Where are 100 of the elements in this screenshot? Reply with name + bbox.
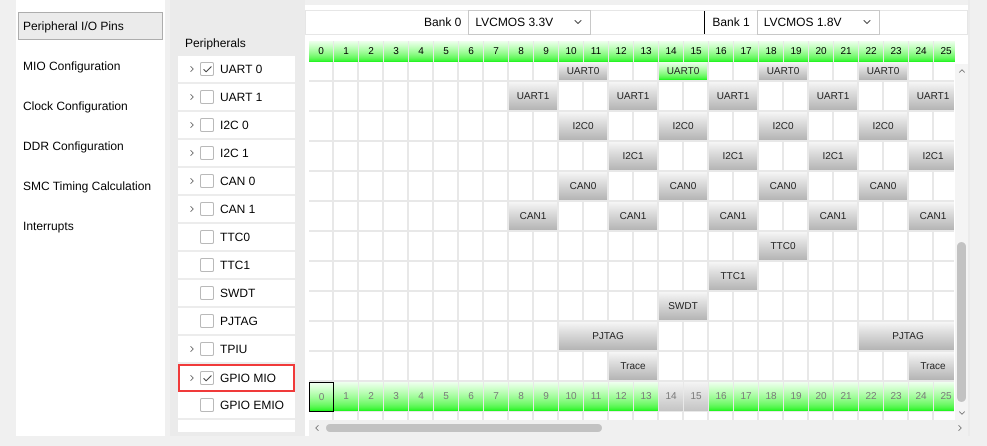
peripheral-block[interactable]: TTC1	[709, 262, 759, 292]
checkbox[interactable]	[200, 146, 214, 160]
grid-cell	[834, 322, 859, 352]
pin-number: 4	[409, 41, 434, 62]
checkbox[interactable]	[200, 118, 214, 132]
peripheral-block[interactable]: CAN0	[759, 172, 809, 202]
peripheral-block[interactable]: UART1	[809, 82, 859, 112]
peripheral-block[interactable]: CAN1	[809, 202, 859, 232]
horizontal-scrollbar[interactable]	[309, 420, 968, 436]
peripheral-block[interactable]: CAN0	[659, 172, 709, 202]
peripheral-block[interactable]: Trace	[909, 352, 954, 382]
checkbox[interactable]	[200, 342, 214, 356]
pin-cell[interactable]: 16	[709, 382, 734, 412]
peripheral-block[interactable]: UART1	[609, 82, 659, 112]
peripheral-block[interactable]: I2C1	[809, 142, 859, 172]
peripheral-block[interactable]: I2C1	[909, 142, 954, 172]
voltage-dropdown[interactable]: LVCMOS 3.3V	[468, 10, 592, 35]
checkbox[interactable]	[200, 62, 214, 76]
pin-number: 10	[559, 41, 584, 62]
peripheral-row[interactable]: GPIO EMIO	[178, 392, 295, 420]
scroll-thumb[interactable]	[957, 242, 966, 402]
grid-cell	[334, 62, 359, 82]
peripheral-block[interactable]: PJTAG	[859, 322, 954, 352]
checkbox[interactable]	[200, 398, 214, 412]
vertical-scrollbar[interactable]	[955, 64, 968, 420]
peripheral-label: CAN 1	[220, 201, 256, 218]
peripheral-block[interactable]: TTC0	[759, 232, 809, 262]
pin-number: 3	[384, 41, 409, 62]
grid-cell	[534, 112, 559, 142]
peripheral-row[interactable]: I2C 1	[178, 140, 295, 168]
grid-cell	[809, 62, 834, 82]
peripheral-block[interactable]: UART1	[909, 82, 954, 112]
checkbox[interactable]	[200, 202, 214, 216]
peripheral-block[interactable]: I2C0	[859, 112, 909, 142]
grid-cell	[534, 172, 559, 202]
grid-cell	[734, 62, 759, 82]
peripheral-row[interactable]: CAN 0	[178, 168, 295, 196]
peripheral-block[interactable]: Trace	[609, 352, 659, 382]
peripheral-block[interactable]: UART1	[709, 82, 759, 112]
peripheral-block[interactable]: I2C0	[759, 112, 809, 142]
pin-cell[interactable]: 19	[784, 382, 809, 412]
list-header: Peripherals	[178, 30, 295, 56]
peripheral-row[interactable]: TTC0	[178, 224, 295, 252]
pin-cell[interactable]: 18	[759, 382, 784, 412]
pin-cell[interactable]: 6	[459, 382, 484, 412]
checkbox[interactable]	[200, 230, 214, 244]
nav-item[interactable]: Peripheral I/O Pins	[18, 12, 163, 40]
pin-cell[interactable]: 7	[484, 382, 509, 412]
peripheral-block[interactable]: CAN1	[909, 202, 954, 232]
grid-cell	[784, 142, 809, 172]
peripheral-block[interactable]: UART0	[759, 62, 809, 82]
grid-cell	[484, 82, 509, 112]
checkbox[interactable]	[200, 90, 214, 104]
pin-cell[interactable]: 13	[634, 382, 659, 412]
grid-cell	[634, 172, 659, 202]
voltage-dropdown[interactable]: LVCMOS 1.8V	[756, 10, 880, 35]
peripheral-block[interactable]: SWDT	[659, 292, 709, 322]
pin-number: 19	[784, 41, 809, 62]
grid-cell	[459, 62, 484, 82]
pin-cell[interactable]: 9	[534, 382, 559, 412]
checkbox[interactable]	[200, 174, 214, 188]
checkbox[interactable]	[200, 371, 214, 385]
peripheral-block[interactable]: I2C0	[559, 112, 609, 142]
checkbox[interactable]	[200, 258, 214, 272]
peripheral-block[interactable]: CAN0	[559, 172, 609, 202]
peripheral-row[interactable]: CAN 1	[178, 196, 295, 224]
peripheral-row[interactable]: I2C 0	[178, 112, 295, 140]
pin-number: 7	[484, 41, 509, 62]
peripheral-row[interactable]: SWDT	[178, 280, 295, 308]
pin-cell[interactable]: 17	[734, 382, 759, 412]
peripheral-row[interactable]: GPIO MIO	[178, 364, 295, 392]
peripheral-row[interactable]: TPIU	[178, 336, 295, 364]
grid-cell	[784, 202, 809, 232]
grid-cell	[534, 352, 559, 382]
peripheral-block[interactable]: UART0	[559, 62, 609, 82]
peripheral-label: UART 0	[220, 61, 262, 78]
peripheral-block[interactable]: CAN1	[509, 202, 559, 232]
peripheral-block[interactable]: CAN0	[859, 172, 909, 202]
peripheral-block[interactable]: I2C0	[659, 112, 709, 142]
grid-cell	[334, 352, 359, 382]
peripheral-row[interactable]: TTC1	[178, 252, 295, 280]
pin-number: 20	[809, 41, 834, 62]
peripheral-block[interactable]: I2C1	[609, 142, 659, 172]
grid-cell	[684, 202, 709, 232]
grid-cell	[309, 352, 334, 382]
peripheral-block[interactable]: I2C1	[709, 142, 759, 172]
checkbox[interactable]	[200, 314, 214, 328]
scroll-thumb[interactable]	[326, 424, 602, 432]
peripheral-block[interactable]: CAN1	[609, 202, 659, 232]
peripheral-row[interactable]: PJTAG	[178, 308, 295, 336]
checkbox[interactable]	[200, 286, 214, 300]
peripheral-block[interactable]: CAN1	[709, 202, 759, 232]
peripheral-block[interactable]: PJTAG	[559, 322, 659, 352]
pin-cell[interactable]: 10	[559, 382, 584, 412]
grid-cell	[509, 62, 534, 82]
peripheral-row[interactable]: UART 1	[178, 84, 295, 112]
peripheral-block[interactable]: UART1	[509, 82, 559, 112]
peripheral-row[interactable]: UART 0	[178, 56, 295, 84]
peripheral-block[interactable]: UART0	[859, 62, 909, 82]
peripheral-block[interactable]: UART0	[659, 62, 709, 82]
